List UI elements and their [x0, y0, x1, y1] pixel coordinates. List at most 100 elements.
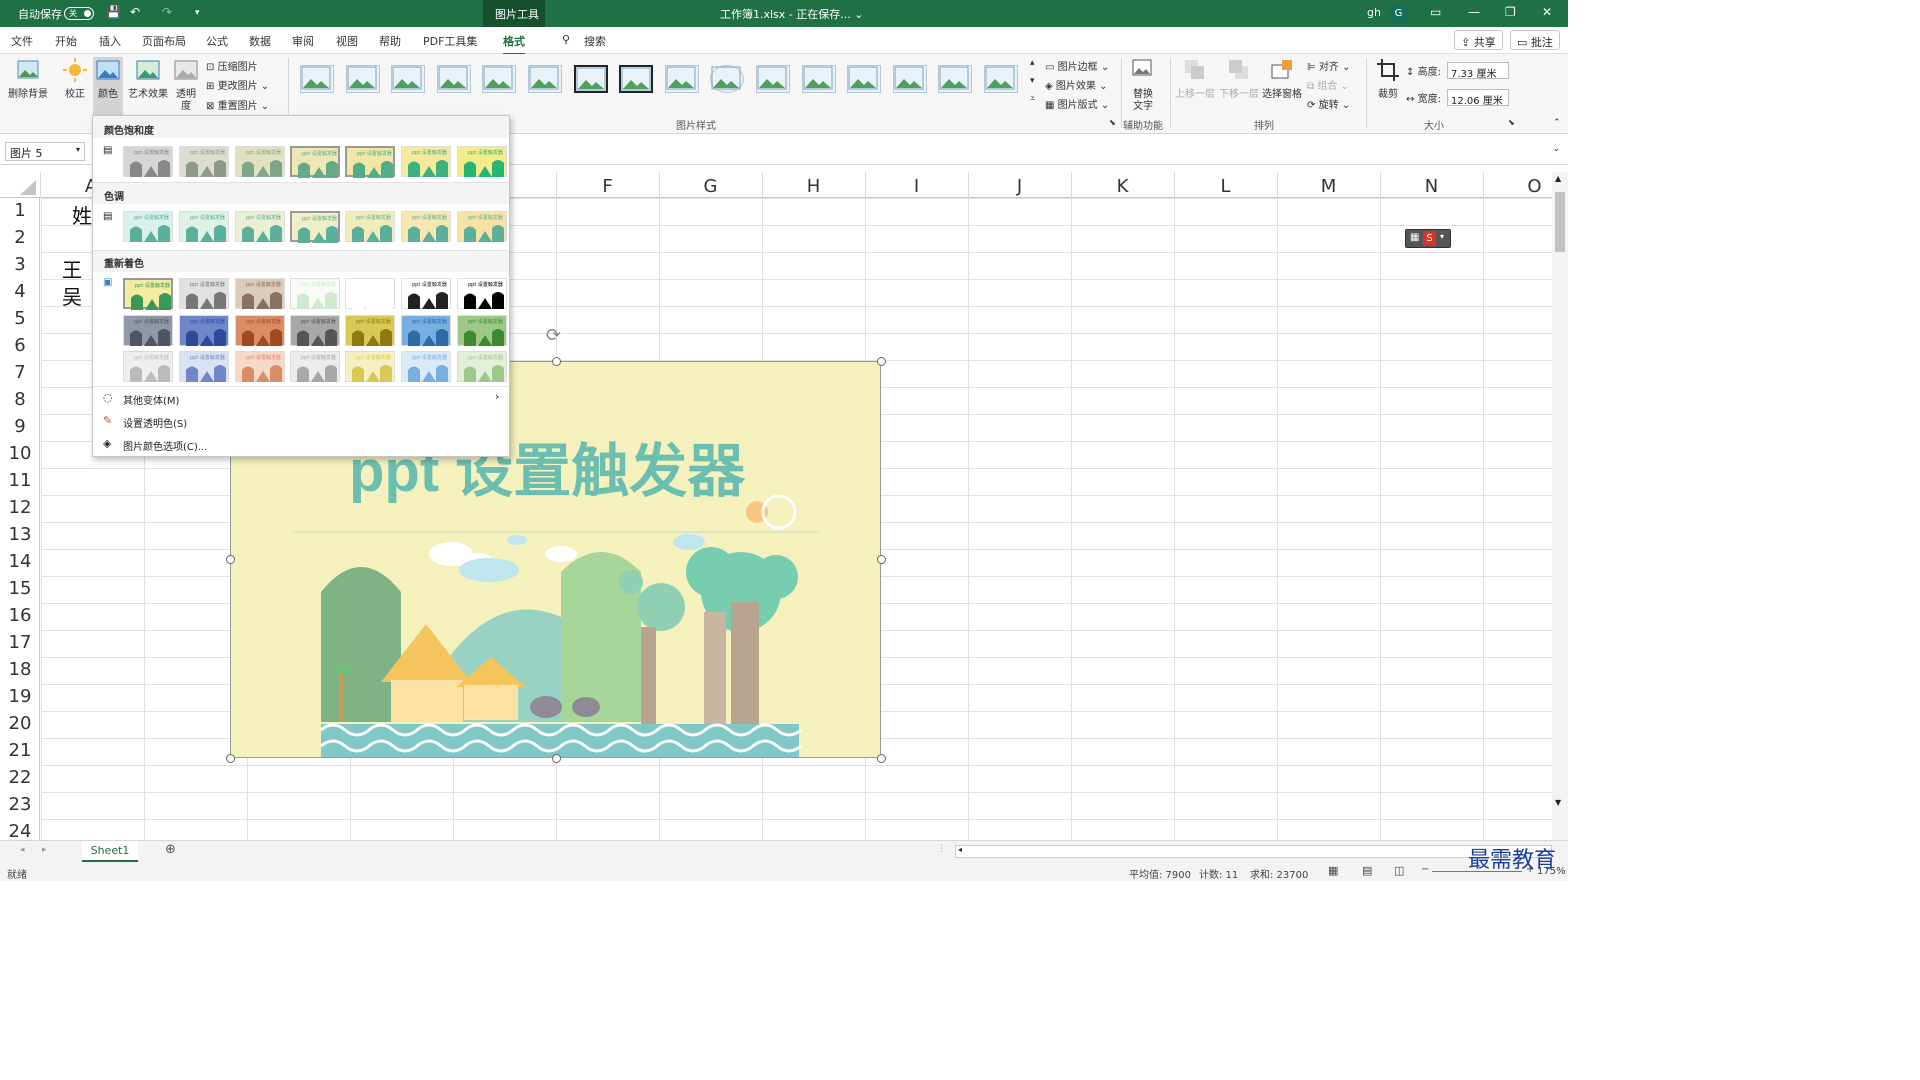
- send-backward-button[interactable]: 下移一层: [1218, 57, 1260, 101]
- picture-style-3[interactable]: [391, 65, 426, 93]
- row-header-9[interactable]: 9: [0, 416, 40, 437]
- remove-background-button[interactable]: 删除背景: [6, 57, 50, 101]
- tone-option-2[interactable]: ppt 设置触发器: [179, 211, 229, 242]
- tab-page-layout[interactable]: 页面布局: [142, 33, 186, 49]
- page-break-view-icon[interactable]: ◫: [1394, 864, 1404, 877]
- dialog-launcher-icon[interactable]: ⬊: [1109, 118, 1116, 127]
- smart-tag-button[interactable]: ▦ S ▾: [1405, 229, 1451, 248]
- tab-formulas[interactable]: 公式: [206, 33, 228, 49]
- rotate-button[interactable]: ⟳ 旋转 ⌄: [1307, 96, 1350, 111]
- more-variants-item[interactable]: 其他变体(M): [123, 392, 179, 407]
- row-header-19[interactable]: 19: [0, 686, 40, 707]
- restore-icon[interactable]: ❐: [1505, 5, 1516, 19]
- recolor-option-14[interactable]: ppt 设置触发器: [457, 315, 507, 346]
- tone-option-4[interactable]: ppt 设置触发器: [290, 211, 340, 243]
- row-header-3[interactable]: 3: [0, 254, 40, 275]
- vertical-scrollbar[interactable]: ▲ ▼: [1552, 172, 1568, 840]
- col-header-f[interactable]: F: [556, 176, 659, 197]
- tone-option-5[interactable]: ppt 设置触发器: [345, 211, 395, 242]
- saturation-option-2[interactable]: ppt 设置触发器: [179, 146, 229, 177]
- alt-text-button[interactable]: 替换 文字: [1128, 57, 1158, 113]
- row-header-1[interactable]: 1: [0, 200, 40, 221]
- gallery-scroll-down-icon[interactable]: ▾: [1030, 76, 1035, 86]
- saturation-option-7[interactable]: ppt 设置触发器: [457, 146, 507, 177]
- row-header-14[interactable]: 14: [0, 551, 40, 572]
- resize-handle-bottom-left[interactable]: [226, 754, 235, 763]
- row-header-13[interactable]: 13: [0, 524, 40, 545]
- compress-pictures-button[interactable]: ⊡ 压缩图片: [206, 58, 258, 73]
- name-box[interactable]: 图片 5 ▾: [5, 142, 85, 161]
- resize-handle-bottom-right[interactable]: [877, 754, 886, 763]
- picture-style-13[interactable]: [847, 65, 882, 93]
- resize-handle-top[interactable]: [552, 357, 561, 366]
- recolor-option-5[interactable]: ppt 设置触发器: [345, 278, 395, 309]
- collapse-ribbon-icon[interactable]: ⌃: [1553, 118, 1561, 128]
- scroll-thumb[interactable]: [1555, 192, 1565, 252]
- size-dialog-launcher-icon[interactable]: ⬊: [1508, 118, 1515, 127]
- recolor-option-6[interactable]: ppt 设置触发器: [401, 278, 451, 309]
- undo-icon[interactable]: ↶: [130, 5, 140, 19]
- height-input[interactable]: 7.33 厘米: [1447, 62, 1509, 80]
- share-button[interactable]: ⇪ 共享: [1454, 30, 1503, 50]
- tab-pdf-tools[interactable]: PDF工具集: [423, 33, 477, 49]
- artistic-effects-button[interactable]: 艺术效果: [126, 57, 170, 101]
- row-header-4[interactable]: 4: [0, 281, 40, 302]
- cell-a4[interactable]: 吴: [62, 281, 82, 310]
- recolor-option-13[interactable]: ppt 设置触发器: [401, 315, 451, 346]
- picture-style-4[interactable]: [436, 65, 471, 93]
- horizontal-scrollbar[interactable]: ◂: [955, 845, 1552, 858]
- recolor-option-1[interactable]: ppt 设置触发器: [123, 278, 173, 310]
- tab-format[interactable]: 格式: [503, 33, 525, 56]
- col-header-n[interactable]: N: [1380, 176, 1483, 197]
- corrections-button[interactable]: 校正: [60, 57, 90, 101]
- cell-a1[interactable]: 姓: [72, 200, 92, 229]
- picture-style-6[interactable]: [528, 65, 562, 93]
- tab-file[interactable]: 文件: [11, 33, 33, 49]
- row-header-17[interactable]: 17: [0, 632, 40, 653]
- color-button[interactable]: 颜色: [93, 57, 123, 115]
- close-icon[interactable]: ✕: [1542, 5, 1552, 19]
- prev-sheet-icon[interactable]: ◂: [20, 845, 25, 855]
- row-header-20[interactable]: 20: [0, 713, 40, 734]
- tab-data[interactable]: 数据: [249, 33, 271, 49]
- crop-button[interactable]: 裁剪: [1374, 57, 1402, 101]
- tab-home[interactable]: 开始: [55, 33, 77, 49]
- rotate-handle-icon[interactable]: ⟳: [546, 325, 561, 346]
- col-header-l[interactable]: L: [1174, 176, 1277, 197]
- picture-style-10[interactable]: [710, 65, 745, 93]
- save-icon[interactable]: 💾: [106, 5, 121, 19]
- recolor-option-16[interactable]: ppt 设置触发器: [179, 351, 229, 382]
- row-header-8[interactable]: 8: [0, 389, 40, 410]
- col-header-g[interactable]: G: [659, 176, 762, 197]
- row-header-5[interactable]: 5: [0, 308, 40, 329]
- tab-review[interactable]: 审阅: [292, 33, 314, 49]
- minimize-icon[interactable]: —: [1468, 5, 1480, 19]
- row-header-18[interactable]: 18: [0, 659, 40, 680]
- col-header-m[interactable]: M: [1277, 176, 1380, 197]
- tab-insert[interactable]: 插入: [99, 33, 121, 49]
- tone-option-6[interactable]: ppt 设置触发器: [401, 211, 451, 242]
- picture-style-11[interactable]: [756, 65, 790, 93]
- picture-style-9[interactable]: [664, 65, 699, 93]
- picture-effects-button[interactable]: ◈ 图片效果 ⌄: [1045, 77, 1107, 92]
- saturation-option-3[interactable]: ppt 设置触发器: [235, 146, 285, 177]
- tab-help[interactable]: 帮助: [379, 33, 401, 49]
- col-header-k[interactable]: K: [1071, 176, 1174, 197]
- avatar[interactable]: G: [1389, 4, 1408, 23]
- recolor-option-18[interactable]: ppt 设置触发器: [290, 351, 340, 382]
- picture-style-2[interactable]: [345, 65, 380, 93]
- picture-style-8[interactable]: [619, 65, 654, 93]
- recolor-option-7[interactable]: ppt 设置触发器: [457, 278, 507, 309]
- autosave-toggle[interactable]: 关: [64, 7, 94, 20]
- expand-formula-bar-icon[interactable]: ⌄: [1552, 144, 1560, 154]
- row-header-15[interactable]: 15: [0, 578, 40, 599]
- gallery-scroll-up-icon[interactable]: ▴: [1030, 58, 1035, 68]
- cell-a3[interactable]: 王: [62, 254, 82, 283]
- zoom-out-icon[interactable]: −: [1421, 864, 1429, 875]
- col-header-j[interactable]: J: [968, 176, 1071, 197]
- resize-handle-bottom[interactable]: [552, 754, 561, 763]
- group-button[interactable]: ⧉ 组合 ⌄: [1307, 77, 1349, 92]
- row-header-12[interactable]: 12: [0, 497, 40, 518]
- recolor-option-17[interactable]: ppt 设置触发器: [235, 351, 285, 382]
- recolor-option-8[interactable]: ppt 设置触发器: [123, 315, 173, 346]
